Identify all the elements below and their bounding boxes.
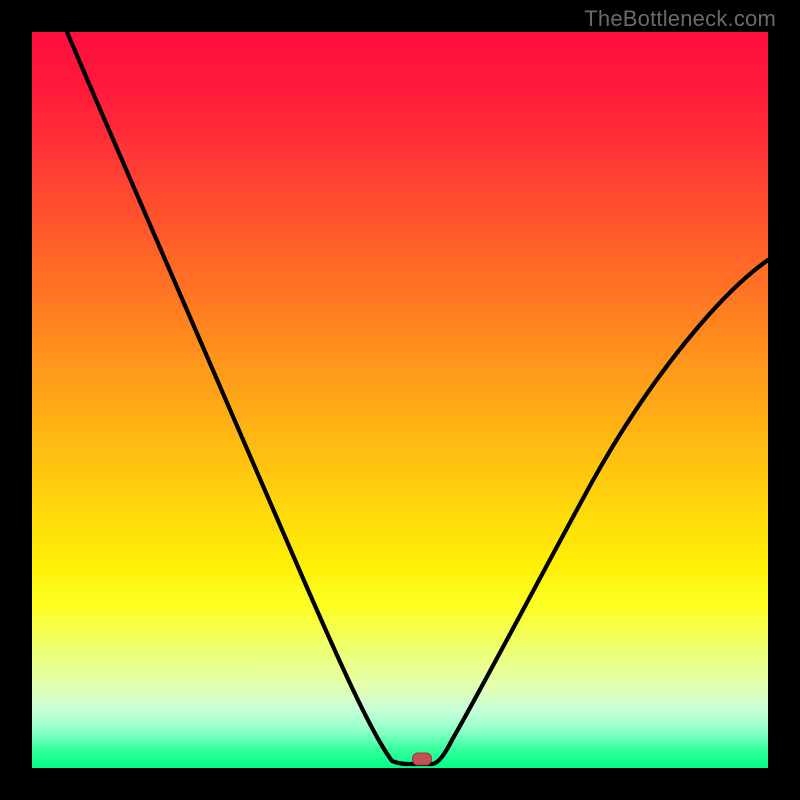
plot-area bbox=[32, 32, 768, 768]
watermark-text: TheBottleneck.com bbox=[584, 6, 776, 32]
optimal-marker bbox=[412, 753, 432, 766]
bottleneck-curve bbox=[32, 32, 768, 768]
chart-frame: TheBottleneck.com bbox=[0, 0, 800, 800]
